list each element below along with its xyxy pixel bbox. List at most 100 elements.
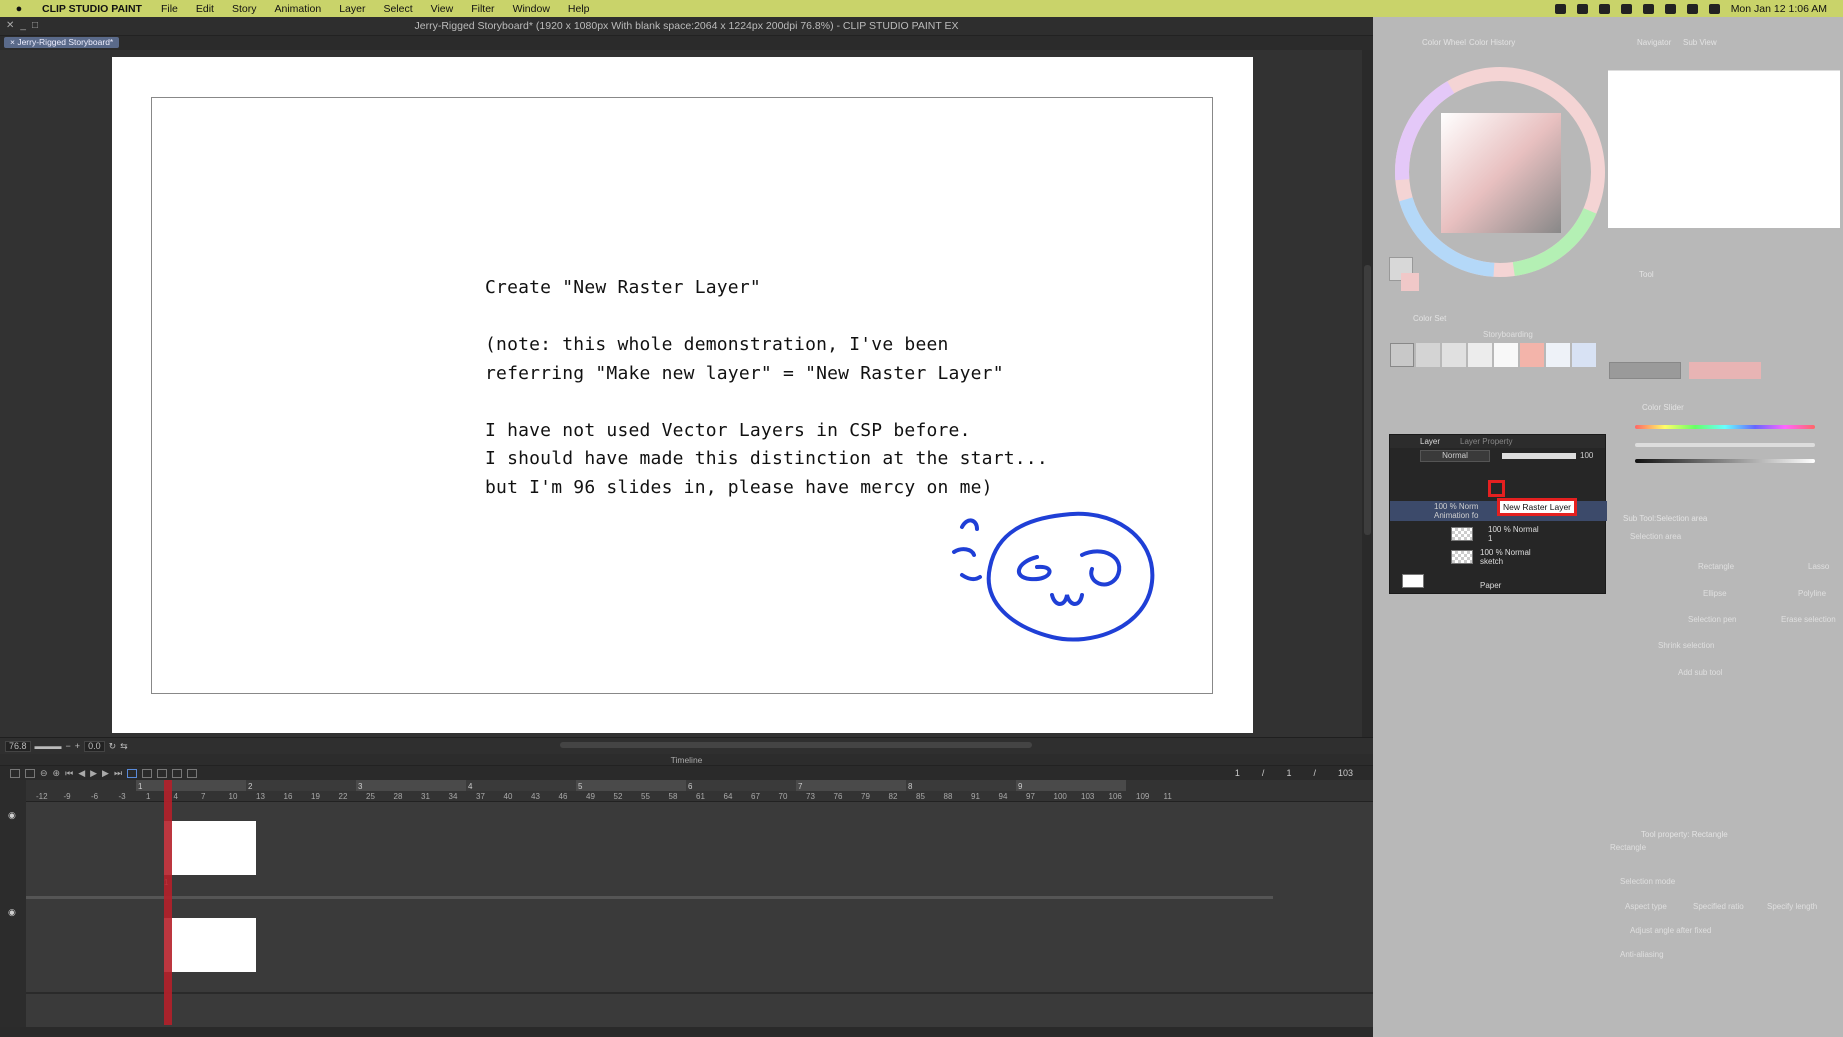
new-timeline-icon[interactable] [10,768,20,778]
color-swatch[interactable] [1442,343,1466,367]
display-icon[interactable] [1620,3,1632,14]
eye-icon[interactable]: ◉ [8,907,16,918]
menu-animation[interactable]: Animation [274,3,321,15]
opacity-slider[interactable] [1502,453,1576,459]
angle-field[interactable]: 0.0 [84,740,105,752]
zoom-in-timeline-icon[interactable]: ⊕ [53,768,61,779]
grid-icon[interactable] [1576,3,1588,14]
bluetooth-icon[interactable] [1664,3,1676,14]
sub-color-swatch[interactable] [1401,273,1419,291]
timeline-section[interactable]: 5 [576,780,686,791]
tab-tool[interactable]: Tool [1639,270,1654,279]
hue-slider[interactable] [1635,425,1815,429]
timeline-section[interactable]: 2 [246,780,356,791]
canvas-vertical-scrollbar[interactable] [1362,50,1373,737]
specify-length-option[interactable]: Specify length [1767,902,1817,911]
timeline-section[interactable]: 4 [466,780,576,791]
tab-layer[interactable]: Layer [1420,435,1440,448]
end-frame[interactable]: 103 [1338,768,1353,778]
add-sub-tool-button[interactable]: Add sub tool [1678,668,1722,677]
control-center-icon[interactable] [1708,3,1720,14]
document-tab[interactable]: × Jerry-Rigged Storyboard* [4,37,120,48]
zoom-in-icon[interactable]: + [75,741,80,751]
playhead[interactable] [164,780,172,1025]
menu-help[interactable]: Help [568,3,590,15]
tab-navigator[interactable]: Navigator [1637,38,1671,47]
color-swatch[interactable] [1520,343,1544,367]
timeline-section[interactable]: 6 [686,780,796,791]
next-frame-icon[interactable]: ▶ [102,768,109,779]
opacity-value[interactable]: 100 [1580,451,1593,460]
zoom-out-icon[interactable]: − [66,741,71,751]
color-swatch[interactable] [1416,343,1440,367]
timeline-ruler[interactable]: -12 -9 -6 -3 1 4 7 10 13 16 19 22 25 28 31 34 37 40 43 46 49… [26,780,1373,802]
layer-row-paper[interactable]: Paper [1390,570,1607,592]
assign-cel-icon[interactable] [157,768,168,778]
loop-icon[interactable] [127,768,138,778]
subtool-shrink-selection[interactable]: Shrink selection [1658,641,1714,650]
color-swatch[interactable] [1390,343,1414,367]
new-cel-icon[interactable] [142,768,153,778]
color-wheel[interactable] [1391,62,1611,282]
tab-layer-property[interactable]: Layer Property [1460,435,1512,448]
wifi-icon[interactable] [1686,3,1698,14]
current-frame[interactable]: 1 [1235,768,1240,778]
eye-icon[interactable]: ◉ [8,810,16,821]
menu-story[interactable]: Story [232,3,257,15]
zoom-slider-icon[interactable]: ▬▬▬ [35,741,62,751]
menu-select[interactable]: Select [383,3,412,15]
saturation-slider[interactable] [1635,443,1815,447]
play-icon[interactable]: ▶ [90,768,97,779]
aspect-type-label[interactable]: Aspect type [1625,902,1667,911]
menu-window[interactable]: Window [513,3,550,15]
blend-mode-select[interactable]: Normal [1420,450,1490,462]
tab-sub-view[interactable]: Sub View [1683,38,1717,47]
subtool-rectangle[interactable]: Rectangle [1698,562,1734,571]
timeline-section[interactable]: 7 [796,780,906,791]
last-frame-icon[interactable]: ⏭ [114,768,122,779]
first-frame-icon[interactable]: ⏮ [65,768,73,779]
minimize-icon[interactable]: _ [20,20,26,31]
maximize-icon[interactable]: □ [32,20,38,31]
light-table-icon[interactable] [187,768,198,778]
tab-color-set[interactable]: Color Set [1413,314,1446,323]
start-frame[interactable]: 1 [1286,768,1291,778]
timeline-tracks[interactable]: 1 [26,802,1373,1027]
adjust-angle-checkbox[interactable]: Adjust angle after fixed [1630,926,1711,935]
tool-color-field[interactable] [1689,362,1761,379]
timeline-scrollbar[interactable] [20,1027,1360,1035]
headphones-icon[interactable] [1642,3,1654,14]
color-swatch[interactable] [1546,343,1570,367]
onion-skin-icon[interactable] [172,768,183,778]
layer-row[interactable]: 100 % Normal 1 [1390,524,1607,544]
tab-color-slider[interactable]: Color Slider [1642,403,1684,412]
menu-view[interactable]: View [431,3,454,15]
color-set-name[interactable]: Storyboarding [1483,330,1533,339]
canvas-horizontal-scrollbar[interactable] [560,742,1032,748]
clock[interactable]: Mon Jan 12 1:06 AM [1731,3,1827,15]
subtool-polyline[interactable]: Polyline [1798,589,1826,598]
value-slider[interactable] [1635,459,1815,463]
new-raster-layer-icon[interactable] [1488,480,1505,497]
subtool-lasso[interactable]: Lasso [1808,562,1829,571]
subtool-erase-selection[interactable]: Erase selection [1781,615,1836,624]
apple-icon[interactable]: ● [10,3,28,15]
tab-color-history[interactable]: Color History [1469,38,1515,47]
canvas-area[interactable]: Create "New Raster Layer" (note: this wh… [0,50,1362,737]
timeline-section[interactable]: 9 [1016,780,1126,791]
timeline-section[interactable]: 3 [356,780,466,791]
navigator-preview[interactable] [1608,70,1840,228]
menu-edit[interactable]: Edit [196,3,214,15]
vscroll-thumb[interactable] [1364,265,1371,535]
color-swatch[interactable] [1572,343,1596,367]
a-icon[interactable] [1598,3,1610,14]
timeline-cel[interactable] [164,821,256,875]
layer-row[interactable]: 100 % Normal sketch [1390,547,1607,567]
close-icon[interactable]: ✕ [6,20,14,31]
color-swatch[interactable] [1494,343,1518,367]
timeline-section[interactable]: 1 [136,780,246,791]
edit-timeline-icon[interactable] [25,768,35,778]
tab-sub-tool[interactable]: Sub Tool:Selection area [1623,514,1707,523]
rotate-icon[interactable]: ↻ [109,741,117,752]
zoom-field[interactable]: 76.8 [5,740,31,752]
